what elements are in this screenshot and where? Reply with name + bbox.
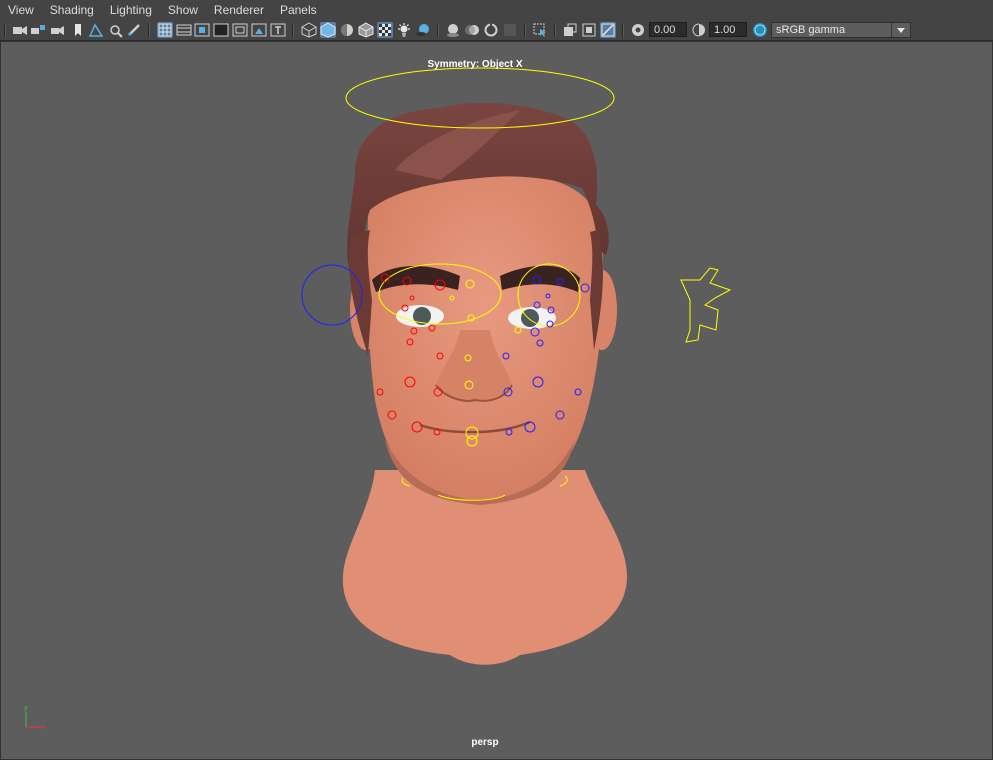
head-model-scene xyxy=(301,67,732,665)
right-iris xyxy=(521,309,539,327)
facial-ui-control[interactable] xyxy=(680,267,732,343)
svg-text:y: y xyxy=(24,705,28,712)
svg-text:x: x xyxy=(42,724,46,731)
symmetry-label: Symmetry: Object X xyxy=(427,59,523,70)
view-axis-icon: y x xyxy=(24,705,46,731)
camera-label: persp xyxy=(471,737,499,748)
